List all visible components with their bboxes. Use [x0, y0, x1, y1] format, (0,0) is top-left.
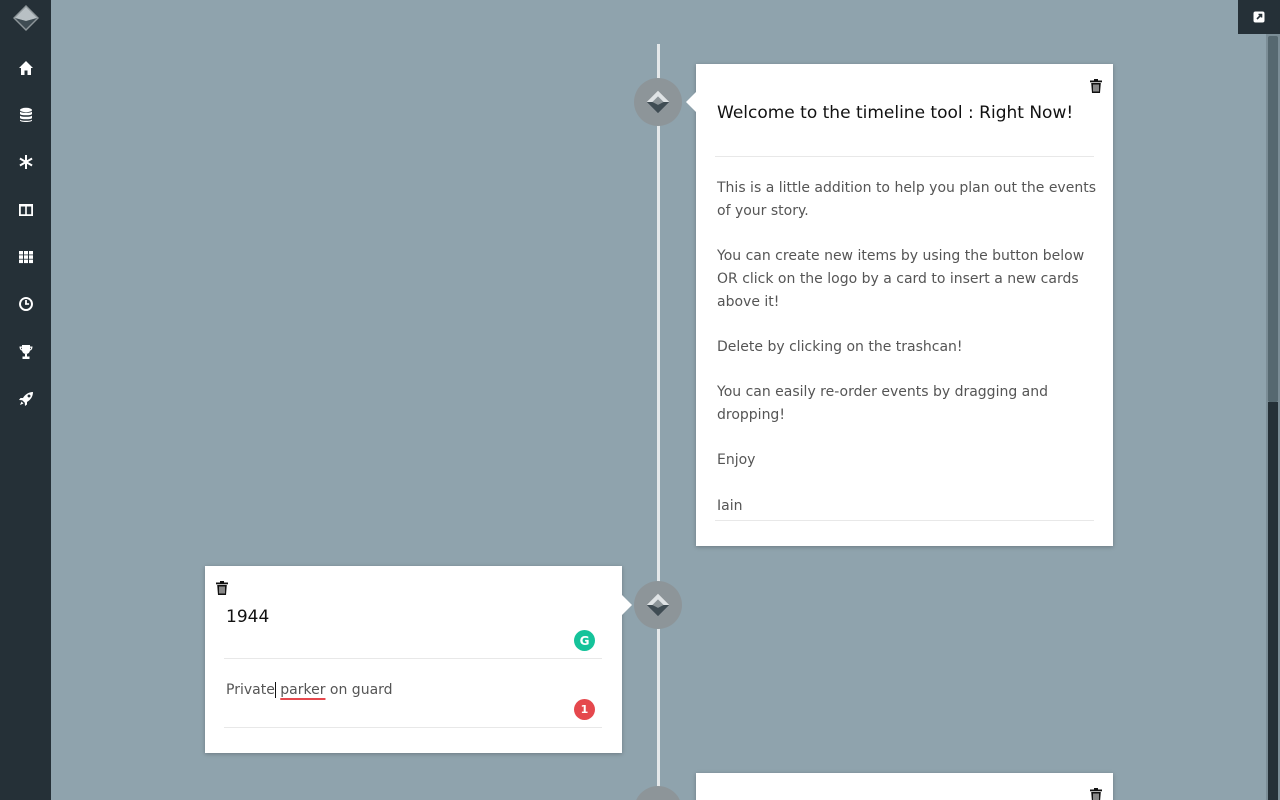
grid-icon [18, 251, 33, 264]
rocket-icon [18, 392, 33, 406]
home-icon [18, 61, 33, 75]
body-text-after: on guard [325, 682, 393, 698]
sidebar-item-clock[interactable] [0, 284, 51, 324]
delete-button[interactable] [216, 580, 230, 595]
card-body-underline [224, 727, 602, 728]
card-title-input[interactable]: 1944 [226, 607, 269, 627]
sidebar-item-grid[interactable] [0, 237, 51, 277]
delete-button[interactable] [1090, 78, 1104, 93]
card-pointer [686, 92, 696, 112]
card-pointer [622, 595, 632, 615]
snowflake-icon [18, 155, 33, 169]
scrollbar-lower [1268, 402, 1278, 800]
grammarly-button[interactable]: G [574, 630, 595, 651]
sidebar-item-database[interactable] [0, 95, 51, 135]
card-body-input[interactable]: Private parker on guard [226, 682, 393, 698]
diamond-logo-icon [646, 90, 670, 114]
timeline-card[interactable] [696, 773, 1113, 800]
columns-icon [18, 204, 33, 216]
trash-icon [1090, 788, 1102, 800]
trophy-icon [19, 345, 32, 359]
card-divider [715, 156, 1094, 157]
trash-icon [1090, 79, 1102, 93]
database-icon [19, 107, 32, 122]
sidebar-item-trophy[interactable] [0, 332, 51, 372]
trash-icon [216, 581, 228, 595]
sidebar-item-home[interactable] [0, 48, 51, 88]
timeline-node-logo[interactable] [634, 581, 682, 629]
misspelled-word[interactable]: parker [280, 682, 325, 698]
card-divider [224, 658, 602, 659]
sidebar-item-rocket[interactable] [0, 379, 51, 419]
external-link-button[interactable] [1238, 0, 1280, 34]
timeline-node-logo[interactable] [634, 786, 682, 800]
clock-icon [18, 297, 33, 311]
timeline-card[interactable]: Welcome to the timeline tool : Right Now… [686, 64, 1113, 546]
card-body[interactable]: This is a little addition to help you pl… [717, 177, 1096, 518]
timeline-line [657, 44, 660, 800]
grammarly-error-badge[interactable]: 1 [574, 699, 595, 720]
external-link-icon [1253, 11, 1265, 23]
diamond-logo-icon [646, 593, 670, 617]
delete-button[interactable] [1090, 787, 1104, 800]
body-text-before: Private [226, 682, 275, 698]
sidebar-item-snowflake[interactable] [0, 142, 51, 182]
timeline-node-logo[interactable] [634, 78, 682, 126]
app-logo[interactable] [10, 2, 42, 34]
text-caret [274, 682, 276, 698]
card-title[interactable]: Welcome to the timeline tool : Right Now… [717, 103, 1073, 123]
sidebar-item-columns[interactable] [0, 190, 51, 230]
sidebar [0, 0, 51, 800]
timeline-card[interactable]: 1944 G Private parker on guard 1 [205, 566, 632, 753]
card-body-underline [715, 520, 1094, 521]
scrollbar-thumb[interactable] [1268, 36, 1278, 402]
